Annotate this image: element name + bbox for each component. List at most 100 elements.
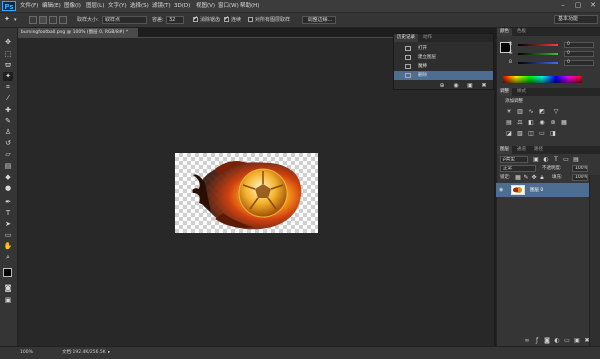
opacity-input[interactable]: 100% — [572, 165, 588, 172]
menu-image[interactable]: 图像(I) — [64, 0, 81, 12]
antialias-checkbox[interactable] — [193, 15, 198, 22]
black-white-icon[interactable]: ◧ — [527, 119, 535, 126]
threshold-icon[interactable]: ◫ — [527, 130, 535, 137]
filter-shape-icon[interactable]: ▭ — [562, 156, 570, 163]
workspace-select[interactable]: 基本功能 — [554, 15, 598, 24]
tab-styles[interactable]: 样式 — [514, 88, 529, 96]
lasso-tool-icon[interactable]: ϖ — [3, 61, 13, 70]
green-slider[interactable]: G 0 — [509, 51, 599, 57]
gradient-map-icon[interactable]: ▭ — [538, 130, 546, 137]
layer-filter-select[interactable]: ρ类型 — [500, 156, 528, 163]
lock-transparent-icon[interactable]: ▦ — [514, 174, 522, 181]
invert-icon[interactable]: ◪ — [505, 130, 513, 137]
levels-icon[interactable]: ▥ — [516, 108, 524, 115]
magic-wand-tool-icon[interactable]: ✦ — [3, 72, 13, 81]
camera-icon[interactable]: ◉ — [452, 82, 460, 89]
hue-saturation-icon[interactable]: ▤ — [505, 119, 513, 126]
tab-color[interactable]: 颜色 — [497, 28, 512, 36]
menu-layer[interactable]: 图层(L) — [86, 0, 104, 12]
new-layer-icon[interactable]: ▣ — [573, 337, 581, 344]
menu-select[interactable]: 选择(S) — [130, 0, 149, 12]
menu-type[interactable]: 文字(Y) — [108, 0, 127, 12]
green-track[interactable] — [518, 53, 558, 55]
blend-mode-select[interactable]: 正常 — [500, 165, 536, 172]
filter-type-icon[interactable]: T — [552, 156, 560, 163]
color-lookup-icon[interactable]: ▦ — [560, 119, 568, 126]
tab-paths[interactable]: 路径 — [531, 146, 546, 154]
photo-filter-icon[interactable]: ◉ — [538, 119, 546, 126]
path-selection-tool-icon[interactable]: ➤ — [3, 220, 13, 229]
channel-mixer-icon[interactable]: ⊛ — [549, 119, 557, 126]
close-icon[interactable]: ✕ — [586, 0, 600, 10]
new-group-icon[interactable]: ▭ — [563, 337, 571, 344]
filter-adjustment-icon[interactable]: ◐ — [542, 156, 550, 163]
add-selection-icon[interactable] — [39, 16, 47, 24]
red-track[interactable] — [518, 44, 558, 46]
history-item-selected[interactable]: 删除 — [394, 71, 493, 80]
tab-history[interactable]: 历史记录 — [394, 34, 418, 42]
document-tab[interactable]: burningfootball.png @ 100% (图层 0, RGB/8#… — [18, 28, 138, 37]
magic-wand-icon[interactable]: ✦ — [4, 15, 10, 23]
blue-slider[interactable]: B 0 — [509, 60, 599, 66]
trash-icon[interactable]: ✖ — [480, 82, 488, 89]
gradient-tool-icon[interactable]: ▤ — [3, 162, 13, 171]
menu-3d[interactable]: 3D(D) — [174, 0, 190, 12]
brush-tool-icon[interactable]: ✎ — [3, 117, 13, 126]
curves-icon[interactable]: ∿ — [527, 108, 535, 115]
quick-mask-icon[interactable]: ◙ — [3, 284, 13, 293]
eyedropper-tool-icon[interactable]: ⁄ — [3, 94, 13, 103]
layer-row-selected[interactable]: ◉ 图层 0 — [496, 183, 589, 197]
selective-color-icon[interactable]: ◨ — [549, 130, 557, 137]
marquee-tool-icon[interactable]: ⬚ — [3, 50, 13, 59]
status-menu-arrow-icon[interactable]: ▸ — [108, 350, 110, 356]
color-balance-icon[interactable]: ⚖ — [516, 119, 524, 126]
tolerance-input[interactable]: 32 — [166, 16, 184, 24]
eye-icon[interactable]: ◉ — [499, 187, 503, 193]
clone-stamp-tool-icon[interactable]: ♙ — [3, 128, 13, 137]
sample-size-select[interactable]: 取样点 — [102, 16, 147, 24]
filter-pixel-icon[interactable]: ▣ — [532, 156, 540, 163]
layer-name[interactable]: 图层 0 — [530, 187, 543, 193]
layer-mask-icon[interactable]: ◙ — [543, 337, 551, 344]
blue-track[interactable] — [518, 62, 558, 64]
tab-adjustments[interactable]: 调整 — [497, 88, 512, 96]
menu-file[interactable]: 文件(F) — [20, 0, 38, 12]
brightness-contrast-icon[interactable]: ☀ — [505, 108, 513, 115]
move-tool-icon[interactable]: ✥ — [3, 38, 13, 47]
history-item[interactable]: 魔棒 — [394, 62, 493, 71]
tab-layers[interactable]: 图层 — [497, 146, 512, 154]
intersect-selection-icon[interactable] — [59, 16, 67, 24]
link-layers-icon[interactable]: ∞ — [523, 337, 531, 344]
chevron-down-icon[interactable]: ▾ — [14, 16, 17, 24]
zoom-tool-icon[interactable]: ⌕ — [3, 253, 13, 262]
healing-brush-tool-icon[interactable]: ✚ — [3, 106, 13, 115]
blue-value-input[interactable]: 0 — [564, 60, 594, 66]
restore-icon[interactable]: ▢ — [571, 0, 585, 10]
lock-image-icon[interactable]: ✎ — [522, 174, 530, 181]
sample-all-layers-checkbox[interactable] — [248, 17, 253, 22]
zoom-level[interactable]: 100% — [20, 350, 33, 356]
screen-mode-icon[interactable]: ▣ — [3, 296, 13, 305]
menu-edit[interactable]: 编辑(E) — [42, 0, 61, 12]
color-spectrum-bar[interactable] — [503, 76, 582, 83]
tab-swatches[interactable]: 色板 — [514, 28, 529, 36]
layer-style-icon[interactable]: ƒ — [533, 337, 541, 344]
lock-all-icon[interactable]: 🔒︎ — [538, 174, 546, 181]
document-info[interactable]: 文档:192.4K/256.5K — [62, 350, 106, 356]
tab-actions[interactable]: 动作 — [420, 34, 435, 42]
snapshot-icon[interactable]: ⊕ — [438, 82, 446, 89]
history-item[interactable]: 打开 — [394, 44, 493, 53]
eraser-tool-icon[interactable]: ▱ — [3, 150, 13, 159]
foreground-color-swatch[interactable] — [3, 268, 12, 277]
fill-input[interactable]: 100% — [572, 174, 588, 181]
menu-window[interactable]: 窗口(W) — [218, 0, 239, 12]
subtract-selection-icon[interactable] — [49, 16, 57, 24]
contiguous-checkbox[interactable] — [224, 15, 229, 22]
red-value-input[interactable]: 0 — [564, 42, 594, 48]
filter-smart-object-icon[interactable]: ▤ — [572, 156, 580, 163]
pen-tool-icon[interactable]: ✒ — [3, 198, 13, 207]
adjustment-layer-icon[interactable]: ◐ — [553, 337, 561, 344]
new-selection-icon[interactable] — [29, 16, 37, 24]
minimize-icon[interactable]: – — [556, 0, 570, 10]
posterize-icon[interactable]: ▧ — [516, 130, 524, 137]
